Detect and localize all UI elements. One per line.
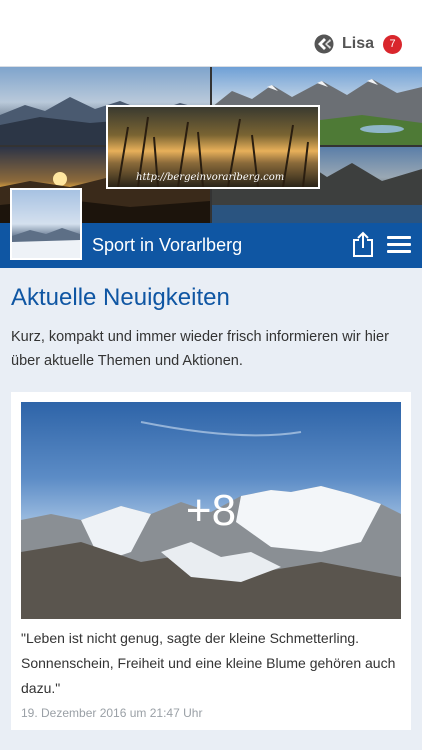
hamburger-menu-icon[interactable] — [387, 236, 411, 254]
news-post-card[interactable]: +8 "Leben ist nicht genug, sagte der kle… — [11, 392, 411, 730]
site-logo-icon — [314, 34, 334, 54]
post-date: 19. Dezember 2016 um 21:47 Uhr — [21, 706, 203, 720]
top-bar: Lisa 7 — [0, 0, 422, 67]
post-photo-gallery[interactable]: +8 — [21, 402, 401, 619]
page-title: Aktuelle Neuigkeiten — [11, 284, 230, 311]
gallery-more-count[interactable]: +8 — [21, 402, 401, 619]
post-quote: "Leben ist nicht genug, sagte der kleine… — [21, 630, 396, 696]
share-icon[interactable] — [352, 231, 374, 257]
user-name[interactable]: Lisa — [342, 35, 374, 53]
nav-title[interactable]: Sport in Vorarlberg — [92, 235, 242, 256]
profile-thumbnail[interactable] — [10, 188, 82, 260]
notification-badge[interactable]: 7 — [383, 34, 402, 54]
website-url-overlay: http://bergeinvorarlberg.com — [136, 172, 285, 183]
collage-photo-grass-sunset: http://bergeinvorarlberg.com — [106, 105, 320, 189]
intro-text: Kurz, kompakt und immer wieder frisch in… — [11, 329, 389, 369]
user-menu[interactable]: Lisa 7 — [314, 33, 402, 55]
